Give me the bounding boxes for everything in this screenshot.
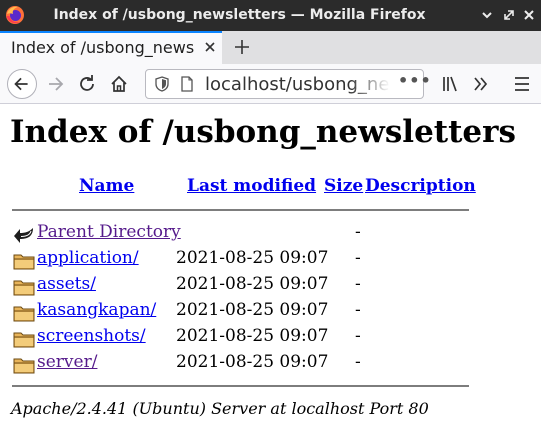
entry-modified: 2021-08-25 09:07 [176, 352, 329, 372]
table-row: kasangkapan/ 2021-08-25 09:07 - [0, 299, 541, 325]
entry-size: - [355, 274, 361, 294]
column-header-size[interactable]: Size [324, 176, 363, 196]
reload-icon[interactable] [72, 69, 102, 99]
table-row: application/ 2021-08-25 09:07 - [0, 247, 541, 273]
entry-size: - [355, 352, 361, 372]
parent-directory-link[interactable]: Parent Directory [37, 222, 181, 242]
header-divider [12, 209, 469, 211]
navigation-toolbar: localhost/usbong_newsletters/ ••• [0, 64, 541, 104]
url-text[interactable]: localhost/usbong_newsletters/ [205, 74, 390, 95]
entry-modified: 2021-08-25 09:07 [176, 248, 329, 268]
close-tab-icon[interactable] [203, 40, 217, 54]
entry-size: - [355, 326, 361, 346]
tab-title: Index of /usbong_newsletters [11, 38, 194, 57]
table-row: server/ 2021-08-25 09:07 - [0, 351, 541, 377]
entry-modified: 2021-08-25 09:07 [176, 300, 329, 320]
table-row: screenshots/ 2021-08-25 09:07 - [0, 325, 541, 351]
entry-size: - [355, 300, 361, 320]
entry-link[interactable]: screenshots/ [37, 326, 146, 346]
back-arrow-icon[interactable] [7, 69, 37, 99]
page-content: Index of /usbong_newsletters Name Last m… [0, 105, 541, 437]
column-header-last-modified[interactable]: Last modified [187, 176, 316, 196]
entry-modified: 2021-08-25 09:07 [176, 326, 329, 346]
url-bar[interactable]: localhost/usbong_newsletters/ ••• [145, 69, 431, 99]
parent-directory-row: Parent Directory - [0, 221, 541, 247]
table-row: assets/ 2021-08-25 09:07 - [0, 273, 541, 299]
folder-icon [13, 358, 35, 374]
home-icon[interactable] [104, 69, 134, 99]
hamburger-menu-icon[interactable] [507, 69, 537, 99]
column-header-name[interactable]: Name [79, 176, 134, 196]
folder-icon [13, 306, 35, 322]
shield-icon[interactable] [154, 76, 170, 92]
maximize-icon[interactable] [502, 8, 516, 22]
page-heading: Index of /usbong_newsletters [10, 114, 516, 150]
overflow-chevron-icon[interactable] [466, 69, 496, 99]
back-arrow-icon [14, 228, 33, 243]
close-window-icon[interactable] [522, 8, 536, 22]
footer-divider [12, 385, 469, 387]
entry-size: - [355, 248, 361, 268]
forward-arrow-icon[interactable] [40, 69, 70, 99]
entry-link[interactable]: assets/ [37, 274, 96, 294]
folder-icon [13, 254, 35, 270]
column-header-description[interactable]: Description [365, 176, 476, 196]
tab-active[interactable]: Index of /usbong_newsletters [0, 31, 222, 64]
entry-link[interactable]: kasangkapan/ [37, 300, 156, 320]
entry-link[interactable]: application/ [37, 248, 139, 268]
entry-link[interactable]: server/ [37, 352, 97, 372]
window-titlebar: Index of /usbong_newsletters — Mozilla F… [0, 0, 541, 31]
page-info-icon[interactable] [180, 76, 194, 92]
folder-icon [13, 280, 35, 296]
window-title: Index of /usbong_newsletters — Mozilla F… [53, 7, 426, 23]
minimize-icon[interactable] [480, 8, 494, 22]
tab-strip: Index of /usbong_newsletters [0, 31, 541, 64]
new-tab-icon[interactable] [232, 37, 252, 57]
parent-size: - [355, 222, 361, 242]
entry-modified: 2021-08-25 09:07 [176, 274, 329, 294]
server-signature: Apache/2.4.41 (Ubuntu) Server at localho… [11, 399, 429, 418]
page-actions-icon[interactable]: ••• [398, 71, 432, 90]
folder-icon [13, 332, 35, 348]
library-icon[interactable] [436, 69, 466, 99]
